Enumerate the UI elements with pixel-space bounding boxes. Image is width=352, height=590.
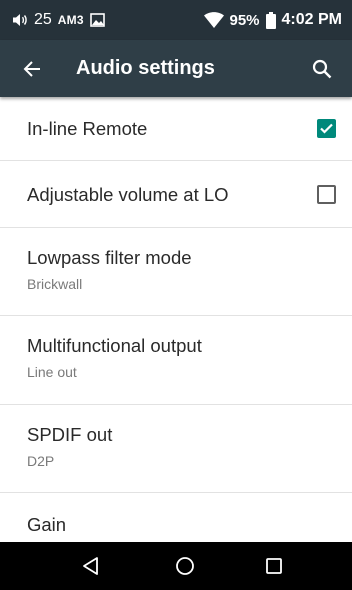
volume-level: 25 — [34, 11, 52, 28]
settings-list: In-line Remote Adjustable volume at LO L… — [0, 97, 352, 542]
volume-icon — [12, 12, 28, 28]
status-bar: 25 AM3 95% 4:02 PM — [0, 0, 352, 40]
setting-multifunctional-output[interactable]: Multifunctional output Line out — [0, 316, 352, 405]
back-button[interactable] — [8, 40, 56, 97]
setting-adjustable-volume[interactable]: Adjustable volume at LO — [0, 161, 352, 228]
setting-title: In-line Remote — [27, 118, 148, 139]
checkmark-icon — [320, 123, 333, 134]
setting-spdif-out[interactable]: SPDIF out D2P — [0, 405, 352, 493]
app-bar: Audio settings — [0, 40, 352, 97]
setting-lowpass-filter[interactable]: Lowpass filter mode Brickwall — [0, 228, 352, 316]
search-icon — [312, 59, 332, 78]
battery-icon — [265, 11, 276, 29]
setting-summary: Line out — [27, 364, 77, 380]
navigation-bar — [0, 542, 352, 590]
home-circle-icon — [176, 557, 194, 575]
status-right-group: 95% 4:02 PM — [203, 11, 342, 29]
wifi-icon — [203, 12, 224, 28]
search-button[interactable] — [298, 40, 346, 97]
setting-title: Multifunctional output — [27, 335, 202, 356]
inline-remote-checkbox[interactable] — [317, 119, 336, 138]
nav-back-button[interactable] — [61, 542, 121, 590]
status-left-group: 25 AM3 — [12, 11, 105, 29]
adjustable-volume-checkbox[interactable] — [317, 185, 336, 204]
recents-square-icon — [266, 558, 282, 574]
nav-recents-button[interactable] — [244, 542, 304, 590]
setting-gain[interactable]: Gain — [0, 493, 352, 542]
battery-percent: 95% — [229, 11, 260, 29]
setting-title: SPDIF out — [27, 424, 113, 445]
clock: 4:02 PM — [281, 11, 342, 28]
mode-label: AM3 — [57, 13, 84, 27]
setting-summary: D2P — [27, 453, 55, 469]
setting-inline-remote[interactable]: In-line Remote — [0, 97, 352, 161]
setting-title: Adjustable volume at LO — [27, 184, 229, 205]
back-arrow-icon — [23, 60, 40, 77]
back-triangle-icon — [83, 557, 98, 575]
setting-title: Lowpass filter mode — [27, 247, 192, 268]
nav-home-button[interactable] — [155, 542, 215, 590]
setting-title: Gain — [27, 514, 67, 535]
image-notification-icon — [89, 13, 105, 27]
page-title: Audio settings — [76, 57, 215, 79]
setting-summary: Brickwall — [27, 276, 83, 292]
